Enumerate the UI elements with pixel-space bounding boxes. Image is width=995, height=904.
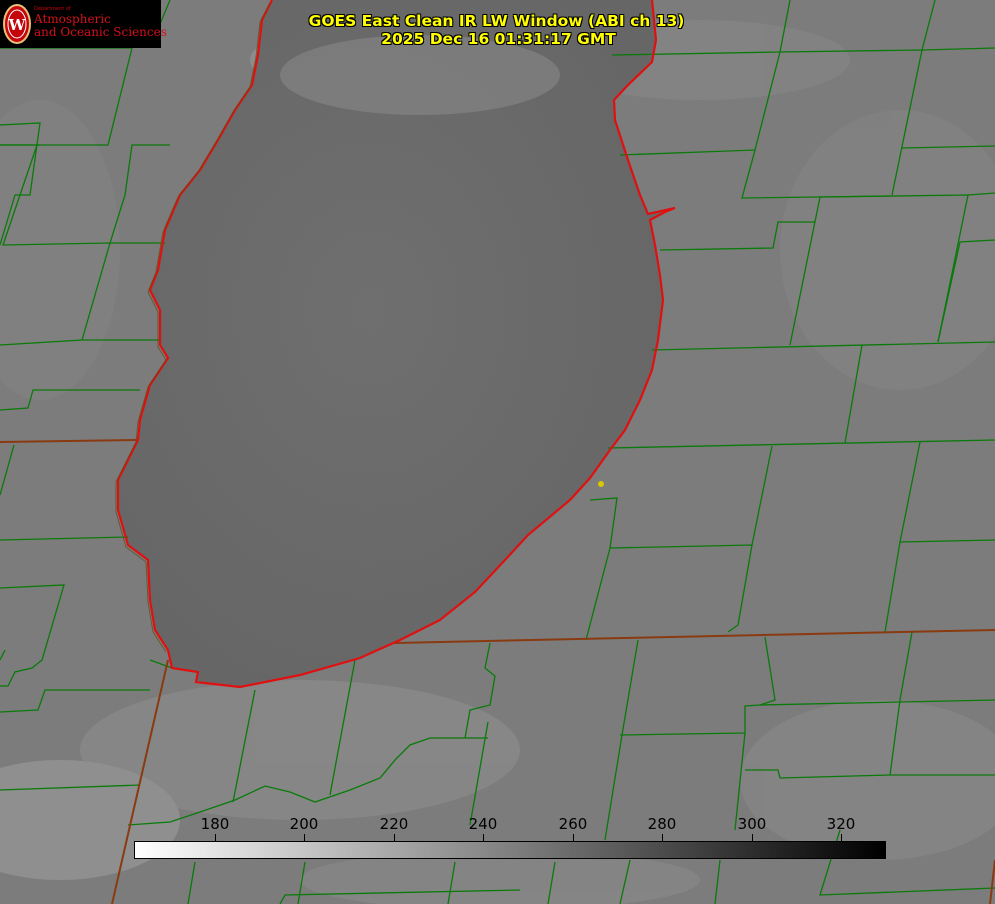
colorbar-tick [752, 834, 753, 841]
colorbar-tick-label: 320 [826, 815, 856, 833]
colorbar-tick-label: 180 [200, 815, 230, 833]
image-timestamp: 2025 Dec 16 01:31:17 GMT [381, 30, 616, 48]
colorbar-tick [215, 834, 216, 841]
colorbar-tick-label: 220 [379, 815, 409, 833]
colorbar-tick [573, 834, 574, 841]
colorbar-tick [304, 834, 305, 841]
colorbar-tick-label: 200 [289, 815, 319, 833]
satellite-ir-map [0, 0, 995, 904]
colorbar-tick [662, 834, 663, 841]
colorbar-tick-label: 240 [468, 815, 498, 833]
colorbar-tick-label: 300 [737, 815, 767, 833]
colorbar-tick-label: 260 [558, 815, 588, 833]
colorbar-tick [841, 834, 842, 841]
colorbar-tick-label: 280 [647, 815, 677, 833]
station-marker [598, 481, 604, 487]
image-title: GOES East Clean IR LW Window (ABI ch 13) [308, 12, 685, 30]
colorbar-tick [394, 834, 395, 841]
colorbar [134, 841, 886, 859]
colorbar-tick [483, 834, 484, 841]
